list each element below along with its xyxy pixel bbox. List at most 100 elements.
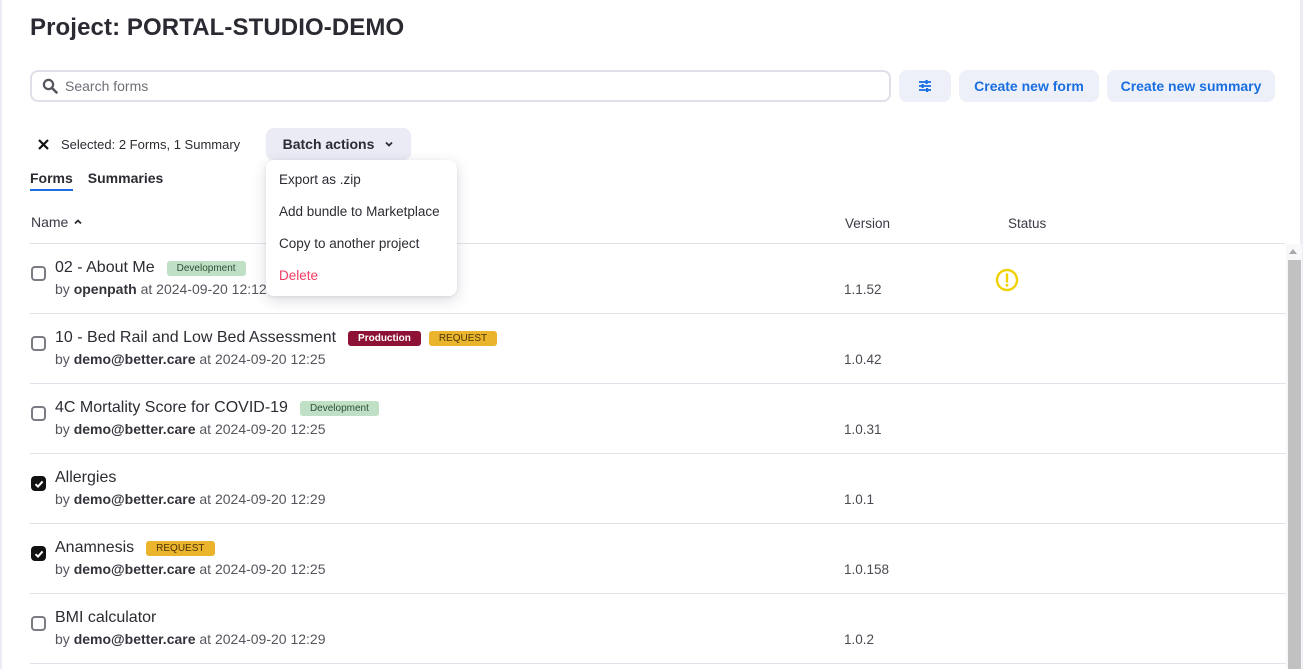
form-date: 2024-09-20 12:29 <box>214 491 326 507</box>
form-name[interactable]: 02 - About Me <box>55 259 155 277</box>
form-name[interactable]: Anamnesis <box>55 539 134 557</box>
chevron-down-icon <box>385 141 394 147</box>
form-name[interactable]: BMI calculator <box>55 609 156 627</box>
create-form-button[interactable]: Create new form <box>959 70 1099 102</box>
form-date: 2024-09-20 12:25 <box>214 351 326 367</box>
by-prefix: by <box>55 421 70 437</box>
form-author: demo@better.care <box>73 631 196 647</box>
form-date: 2024-09-20 12:25 <box>214 561 326 577</box>
batch-actions-label: Batch actions <box>282 136 375 152</box>
badge-dev: Development <box>166 260 246 276</box>
row-checkbox[interactable] <box>31 546 46 561</box>
page-title: Project: PORTAL-STUDIO-DEMO <box>30 14 405 41</box>
form-meta: by openpath at 2024-09-20 12:12 <box>55 281 267 297</box>
column-header-status: Status <box>1008 216 1047 231</box>
row-checkbox[interactable] <box>31 406 46 421</box>
badge-dev: Development <box>299 400 379 416</box>
form-author: openpath <box>73 281 137 297</box>
table-row[interactable]: 4C Mortality Score for COVID-19 Developme… <box>30 384 1286 454</box>
column-header-name[interactable]: Name <box>31 214 83 230</box>
by-prefix: by <box>55 631 70 647</box>
form-meta: by demo@better.care at 2024-09-20 12:25 <box>55 561 326 577</box>
tabs: Forms Summaries <box>30 170 178 191</box>
form-date: 2024-09-20 12:25 <box>214 421 326 437</box>
form-meta: by demo@better.care at 2024-09-20 12:29 <box>55 491 326 507</box>
close-icon <box>37 138 49 150</box>
row-checkbox[interactable] <box>31 336 46 351</box>
scrollbar[interactable] <box>1286 244 1302 669</box>
form-author: demo@better.care <box>73 351 196 367</box>
form-author: demo@better.care <box>73 421 196 437</box>
form-title: Anamnesis REQUEST <box>55 539 215 557</box>
form-title: Allergies <box>55 469 116 487</box>
search-box[interactable] <box>30 70 891 102</box>
form-date: 2024-09-20 12:12 <box>156 281 267 297</box>
table-row[interactable]: Anamnesis REQUEST by demo@better.care at 2… <box>30 524 1286 594</box>
create-summary-button[interactable]: Create new summary <box>1107 70 1275 102</box>
column-header-name-label: Name <box>31 214 69 230</box>
form-name[interactable]: 4C Mortality Score for COVID-19 <box>55 399 288 417</box>
by-prefix: by <box>55 351 70 367</box>
form-meta: by demo@better.care at 2024-09-20 12:29 <box>55 631 326 647</box>
selection-count: Selected: 2 Forms, 1 Summary <box>61 136 241 152</box>
at-prefix: at <box>199 491 212 507</box>
row-checkbox[interactable] <box>31 616 46 631</box>
warning-icon <box>995 268 1019 292</box>
batch-actions-button[interactable]: Batch actions <box>266 128 411 160</box>
form-version: 1.0.42 <box>844 352 882 367</box>
forms-table: 02 - About Me Development by openpath at 2… <box>30 244 1286 664</box>
filter-button[interactable] <box>899 70 951 102</box>
form-title: 02 - About Me Development <box>55 259 246 277</box>
form-version: 1.0.31 <box>844 422 882 437</box>
form-name[interactable]: Allergies <box>55 469 116 487</box>
search-icon <box>42 78 58 94</box>
table-row[interactable]: 10 - Bed Rail and Low Bed Assessment Prod… <box>30 314 1286 384</box>
scroll-up-arrow-icon[interactable] <box>1289 249 1297 254</box>
batch-actions-menu: Export as .zip Add bundle to Marketplace… <box>266 160 457 296</box>
checkmark-icon <box>34 480 44 489</box>
tab-summaries[interactable]: Summaries <box>88 170 163 191</box>
at-prefix: at <box>199 421 212 437</box>
row-checkbox[interactable] <box>31 266 46 281</box>
page: Project: PORTAL-STUDIO-DEMO Create new f… <box>0 0 1303 669</box>
sliders-icon <box>919 80 931 92</box>
form-version: 1.1.52 <box>844 282 882 297</box>
by-prefix: by <box>55 491 70 507</box>
at-prefix: at <box>140 281 153 297</box>
at-prefix: at <box>199 351 212 367</box>
form-meta: by demo@better.care at 2024-09-20 12:25 <box>55 351 326 367</box>
checkmark-icon <box>34 550 44 559</box>
form-author: demo@better.care <box>73 491 196 507</box>
selection-bar: Selected: 2 Forms, 1 Summary <box>30 128 240 160</box>
scrollbar-thumb[interactable] <box>1288 260 1301 669</box>
badge-req: REQUEST <box>146 540 215 556</box>
search-input[interactable] <box>65 78 845 94</box>
column-header-version: Version <box>845 216 891 231</box>
clear-selection-button[interactable] <box>29 130 57 158</box>
table-row[interactable]: BMI calculator by demo@better.care at 202… <box>30 594 1286 664</box>
form-title: 4C Mortality Score for COVID-19 Developme… <box>55 399 379 417</box>
tab-forms[interactable]: Forms <box>30 170 73 191</box>
row-checkbox[interactable] <box>31 476 46 491</box>
menu-item-delete[interactable]: Delete <box>266 260 457 292</box>
menu-item-add-bundle-marketplace[interactable]: Add bundle to Marketplace <box>266 196 457 228</box>
form-author: demo@better.care <box>73 561 196 577</box>
form-title: 10 - Bed Rail and Low Bed Assessment Prod… <box>55 329 498 347</box>
at-prefix: at <box>199 561 212 577</box>
form-version: 1.0.1 <box>844 492 875 507</box>
table-row[interactable]: 02 - About Me Development by openpath at 2… <box>30 244 1286 314</box>
badge-req: REQUEST <box>428 330 498 346</box>
form-version: 1.0.2 <box>844 632 875 647</box>
menu-item-export-zip[interactable]: Export as .zip <box>266 164 457 196</box>
form-title: BMI calculator <box>55 609 156 627</box>
form-name[interactable]: 10 - Bed Rail and Low Bed Assessment <box>55 329 336 347</box>
badge-prod: Production <box>348 330 421 346</box>
by-prefix: by <box>55 281 70 297</box>
table-row[interactable]: Allergies by demo@better.care at 2024-09-… <box>30 454 1286 524</box>
by-prefix: by <box>55 561 70 577</box>
form-meta: by demo@better.care at 2024-09-20 12:25 <box>55 421 326 437</box>
form-date: 2024-09-20 12:29 <box>214 631 326 647</box>
form-version: 1.0.158 <box>844 562 890 577</box>
sort-ascending-icon <box>74 219 82 225</box>
menu-item-copy-to-project[interactable]: Copy to another project <box>266 228 457 260</box>
